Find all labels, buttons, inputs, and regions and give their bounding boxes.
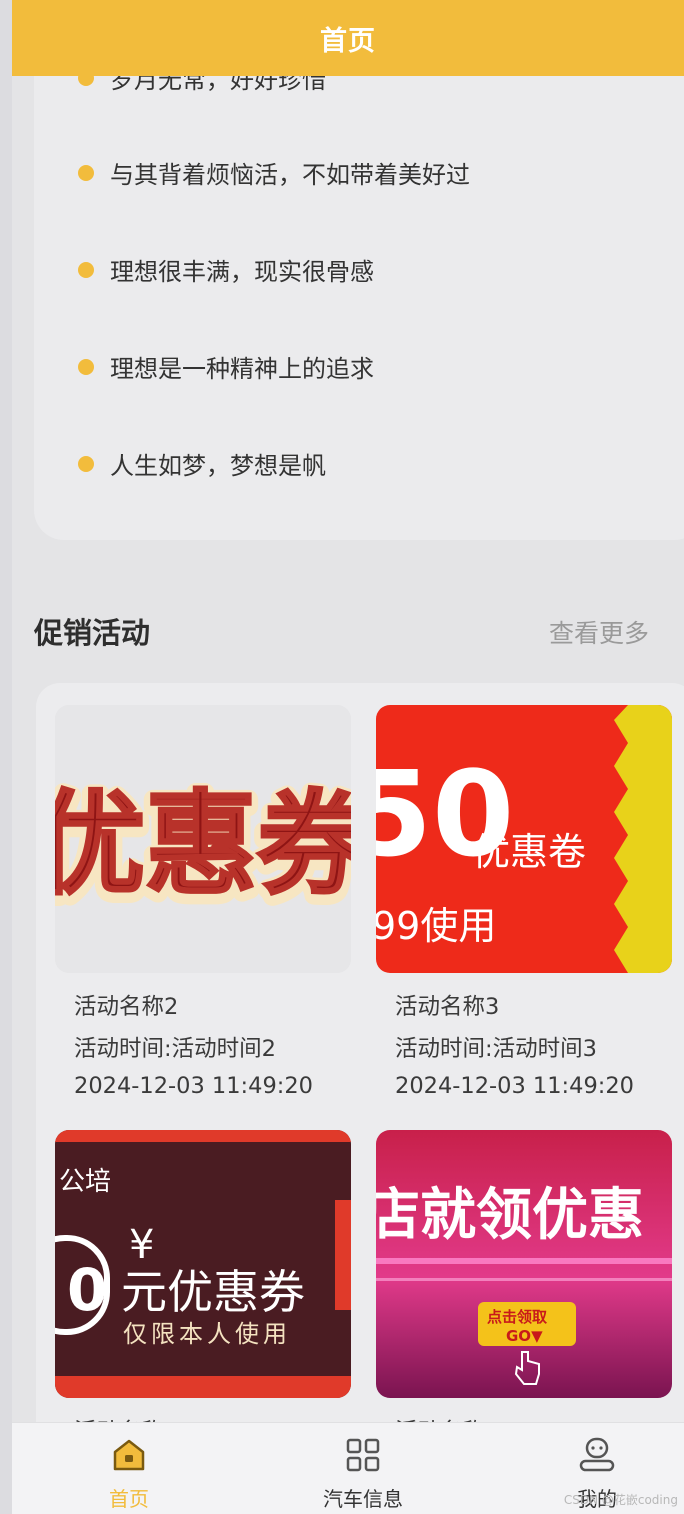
voucher-note: 仅限本人使用	[123, 1320, 291, 1348]
tab-home[interactable]: 首页	[49, 1423, 209, 1514]
promo-image: 50 优惠卷 99使用	[376, 705, 672, 973]
left-edge	[0, 0, 12, 1514]
bullet-dot-icon	[78, 164, 94, 181]
grid-icon	[346, 1438, 380, 1472]
discount-label: 优惠卷	[472, 830, 586, 874]
notice-text: 理想是一种精神上的追求	[110, 355, 374, 383]
notice-card: 岁月无常，好好珍惜 与其背着烦恼活，不如带着美好过 理想很丰满，现实很骨感 理想…	[34, 40, 684, 540]
voucher-label: 元优惠券	[121, 1265, 305, 1319]
see-more-link[interactable]: 查看更多	[549, 614, 649, 650]
bullet-dot-icon	[78, 261, 94, 278]
promo-image: 公培 ¥ 0 元优惠券 仅限本人使用	[55, 1130, 351, 1398]
notice-item[interactable]: 人生如梦，梦想是帆	[78, 446, 326, 481]
voucher-amount: 0	[67, 1256, 107, 1324]
notice-item[interactable]: 与其背着烦恼活，不如带着美好过	[78, 155, 470, 190]
discount-banner-image: 50 优惠卷 99使用	[376, 705, 672, 973]
page-title: 首页	[320, 25, 376, 57]
promo-card[interactable]: 店就领优惠 点击领取 GO▼ 活动名称5	[376, 1130, 672, 1445]
notice-text: 人生如梦，梦想是帆	[110, 452, 326, 480]
watermark: CSDN @花嵌coding	[563, 1493, 678, 1507]
promo-image: 优惠券 优惠券	[55, 705, 351, 973]
promo-card[interactable]: 50 优惠卷 99使用 活动名称3 活动时间:活动时间3 2024-12-03 …	[376, 705, 672, 1099]
bullet-dot-icon	[78, 455, 94, 472]
voucher-brand: 公培	[59, 1167, 111, 1197]
tab-label: 首页	[109, 1487, 149, 1511]
cta-line2: GO▼	[506, 1327, 543, 1345]
voucher-banner-image: 公培 ¥ 0 元优惠券 仅限本人使用	[55, 1130, 351, 1398]
banner-text: 优惠券	[55, 780, 351, 910]
promo-name: 活动名称3	[395, 994, 500, 1020]
voucher-symbol: ¥	[129, 1222, 154, 1268]
tab-car-info[interactable]: 汽车信息	[283, 1423, 443, 1514]
home-icon	[113, 1439, 145, 1471]
promo-banner-image: 店就领优惠 点击领取 GO▼	[376, 1130, 672, 1398]
header-bar: 首页	[12, 0, 684, 76]
tab-label: 汽车信息	[323, 1487, 403, 1511]
user-icon	[579, 1437, 615, 1472]
promo-card[interactable]: 优惠券 优惠券 活动名称2 活动时间:活动时间2 2024-12-03 11:4…	[55, 705, 351, 1099]
promo-date: 2024-12-03 11:49:20	[74, 1073, 313, 1099]
bullet-dot-icon	[78, 358, 94, 375]
promo-headline: 店就领优惠	[376, 1183, 644, 1248]
promo-card[interactable]: 公培 ¥ 0 元优惠券 仅限本人使用 活动名称4	[55, 1130, 351, 1445]
discount-condition: 99使用	[376, 904, 496, 948]
notice-item[interactable]: 理想是一种精神上的追求	[78, 349, 374, 384]
coupon-banner-image: 优惠券 优惠券	[55, 705, 351, 973]
section-title: 促销活动	[34, 616, 151, 650]
promo-grid: 优惠券 优惠券 活动名称2 活动时间:活动时间2 2024-12-03 11:4…	[36, 683, 684, 1463]
promo-date: 2024-12-03 11:49:20	[395, 1073, 634, 1099]
cta-line1: 点击领取	[487, 1308, 548, 1326]
promo-time: 活动时间:活动时间2	[74, 1036, 276, 1062]
notice-text: 理想很丰满，现实很骨感	[110, 258, 374, 286]
promo-time: 活动时间:活动时间3	[395, 1036, 597, 1062]
promo-image: 店就领优惠 点击领取 GO▼	[376, 1130, 672, 1398]
notice-text: 与其背着烦恼活，不如带着美好过	[110, 161, 470, 189]
notice-item[interactable]: 理想很丰满，现实很骨感	[78, 252, 374, 287]
promo-name: 活动名称2	[74, 994, 179, 1020]
